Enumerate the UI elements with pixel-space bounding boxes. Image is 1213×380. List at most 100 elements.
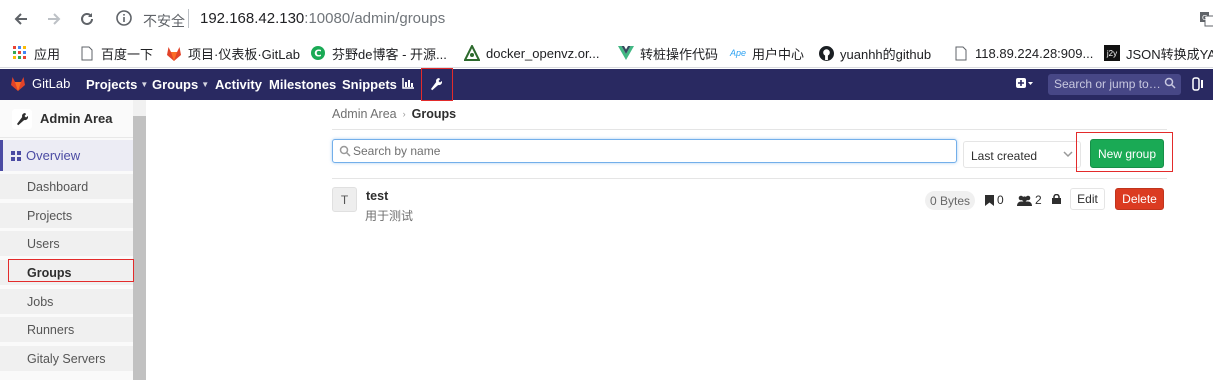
- issues-icon[interactable]: [1192, 77, 1204, 94]
- bookmark-label: docker_openvz.or...: [486, 45, 600, 61]
- group-member-count-value: 2: [1035, 193, 1042, 207]
- group-delete-button[interactable]: Delete: [1115, 188, 1164, 210]
- svg-text:G: G: [1202, 14, 1207, 22]
- nav-milestones[interactable]: Milestones: [269, 77, 336, 92]
- bookmarks-bar: 应用 百度一下 项目·仪表板·GitLab C 芬野de博客 - 开源... d…: [0, 38, 1213, 68]
- chevron-down-icon: [1063, 151, 1073, 158]
- chevron-down-icon: ▼: [140, 80, 149, 89]
- group-search-placeholder: Search by name: [353, 144, 441, 158]
- bookmark-baidu[interactable]: 百度一下: [79, 44, 153, 62]
- insecure-label: 不安全: [143, 13, 185, 29]
- sidebar-item-projects[interactable]: Projects: [0, 203, 133, 228]
- info-icon[interactable]: [115, 9, 135, 29]
- sidebar-item-label: Dashboard: [27, 179, 89, 194]
- bookmark-label: 应用: [34, 46, 61, 62]
- group-name-link[interactable]: test: [366, 189, 388, 203]
- group-storage-badge: 0 Bytes: [925, 191, 976, 210]
- sidebar-item-label: Users: [27, 236, 60, 251]
- grid-icon: [11, 150, 21, 161]
- bookmark-vue[interactable]: 转桩操作代码: [618, 44, 718, 62]
- sort-dropdown[interactable]: Last created: [963, 141, 1081, 168]
- nav-groups[interactable]: Groups ▼: [152, 77, 209, 92]
- translate-icon[interactable]: G: [1199, 11, 1213, 27]
- bookmark-blog[interactable]: C 芬野de博客 - 开源...: [310, 44, 447, 62]
- address-divider: [188, 9, 189, 28]
- group-edit-label: Edit: [1077, 192, 1098, 206]
- sidebar-item-label: Runners: [27, 322, 75, 337]
- ape-logo-icon: Ape: [730, 48, 747, 58]
- chart-icon[interactable]: [402, 78, 414, 89]
- sidebar-item-label: Jobs: [27, 294, 54, 309]
- github-icon: [818, 45, 834, 61]
- sidebar-header[interactable]: Admin Area: [0, 100, 133, 138]
- tree-logo-icon: [464, 45, 480, 61]
- page-icon: [953, 45, 969, 61]
- nav-snippets[interactable]: Snippets: [342, 77, 397, 92]
- logo-text: GitLab: [32, 76, 71, 91]
- browser-address-row: 不安全 192.168.42.130:10080/admin/groups G: [0, 0, 1213, 38]
- chevron-down-icon: ▼: [201, 80, 210, 89]
- group-list-divider: [332, 178, 1167, 179]
- plus-square-icon: [1016, 78, 1033, 88]
- bookmark-label: 用户中心: [752, 46, 805, 62]
- sidebar-item-overview[interactable]: Overview: [0, 140, 133, 171]
- reload-icon[interactable]: [76, 8, 98, 30]
- bookmark-apps[interactable]: 应用: [12, 44, 60, 62]
- bookmark-user-center[interactable]: Ape 用户中心: [730, 44, 804, 62]
- c-logo-icon: C: [310, 45, 326, 61]
- bookmark-label: 项目·仪表板·GitLab: [188, 46, 300, 62]
- gitlab-logo[interactable]: GitLab: [10, 76, 70, 91]
- breadcrumb-admin-area[interactable]: Admin Area: [332, 107, 397, 121]
- users-icon: [1017, 195, 1032, 206]
- group-description: 用于测试: [365, 209, 414, 223]
- search-icon: [1164, 77, 1176, 89]
- wrench-icon: [12, 108, 32, 129]
- bookmark-ip[interactable]: 118.89.224.28:909...: [953, 44, 1093, 62]
- sidebar-item-gitaly-servers[interactable]: Gitaly Servers: [0, 346, 133, 371]
- gitlab-header: GitLab Projects ▼ Groups ▼ Activity Milest…: [0, 69, 1213, 100]
- nav-activity-label: Activity: [215, 77, 262, 92]
- svg-text:C: C: [314, 49, 321, 60]
- address-bar-url[interactable]: 192.168.42.130:10080/admin/groups: [200, 10, 445, 27]
- sort-dropdown-value: Last created: [971, 149, 1038, 163]
- nav-activity[interactable]: Activity: [215, 77, 262, 92]
- group-avatar-letter: T: [340, 192, 349, 207]
- breadcrumb-groups[interactable]: Groups: [412, 107, 456, 121]
- group-search-input[interactable]: Search by name: [332, 139, 957, 163]
- group-member-count: 2: [1017, 193, 1042, 207]
- bookmark-label: 转桩操作代码: [640, 46, 719, 62]
- global-search-input[interactable]: Search or jump to…: [1048, 74, 1181, 95]
- bookmark-label: yuanhh的github: [840, 46, 932, 62]
- sidebar-scrollbar[interactable]: [133, 116, 146, 380]
- nav-groups-label: Groups: [152, 77, 199, 92]
- bookmark-label: JSON转换成YAML: [1126, 46, 1213, 62]
- admin-wrench-highlight: [421, 68, 453, 101]
- bookmark-github[interactable]: yuanhh的github: [818, 44, 931, 62]
- forward-icon[interactable]: [43, 8, 65, 30]
- sidebar-item-jobs[interactable]: Jobs: [0, 289, 133, 314]
- bookmark-json-yaml[interactable]: j2y JSON转换成YAML: [1104, 44, 1213, 62]
- json-logo-icon: j2y: [1104, 45, 1120, 61]
- sidebar-item-label: Gitaly Servers: [27, 351, 106, 366]
- nav-milestones-label: Milestones: [269, 77, 337, 92]
- vue-logo-icon: [618, 45, 634, 61]
- sidebar-item-dashboard[interactable]: Dashboard: [0, 174, 133, 199]
- sidebar-item-label: Projects: [27, 208, 73, 223]
- group-edit-button[interactable]: Edit: [1070, 188, 1105, 210]
- bookmark-icon: [985, 194, 994, 206]
- nav-projects[interactable]: Projects ▼: [86, 77, 148, 92]
- sidebar-item-runners[interactable]: Runners: [0, 317, 133, 342]
- back-icon[interactable]: [10, 8, 32, 30]
- bookmark-gitlab[interactable]: 项目·仪表板·GitLab: [166, 44, 300, 62]
- bookmark-label: 百度一下: [101, 46, 154, 62]
- search-icon: [339, 145, 351, 157]
- bookmark-label: 118.89.224.28:909...: [975, 45, 1094, 61]
- group-avatar[interactable]: T: [332, 187, 357, 212]
- apps-grid-icon: [12, 45, 28, 61]
- gitlab-fox-icon: [166, 45, 182, 61]
- sidebar-item-overview-label: Overview: [26, 148, 81, 163]
- sidebar-item-users[interactable]: Users: [0, 231, 133, 256]
- bookmark-label: 芬野de博客 - 开源...: [332, 46, 447, 62]
- bookmark-docker[interactable]: docker_openvz.or...: [464, 44, 599, 62]
- new-dropdown[interactable]: [1016, 77, 1034, 92]
